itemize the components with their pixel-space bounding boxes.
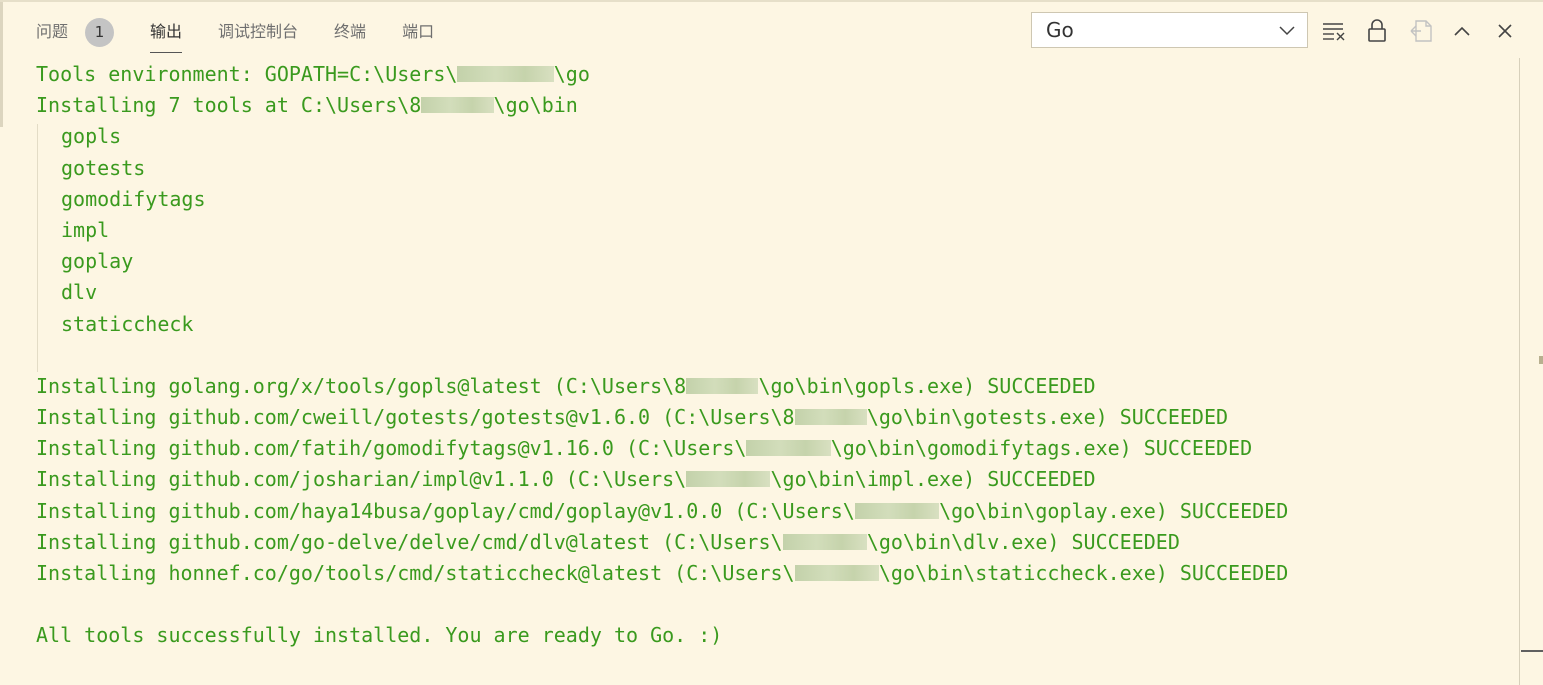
problems-count-badge: 1	[85, 17, 115, 47]
output-line-text: goplay	[61, 249, 134, 274]
output-line-rest: \go\bin\dlv.exe) SUCCEEDED	[866, 529, 1180, 554]
output-line-text: dlv	[61, 280, 98, 305]
tab-output-label: 输出	[150, 22, 183, 41]
tab-debug-console-label: 调试控制台	[218, 22, 299, 41]
output-line-text: Installing 7 tools at C:\Users\8	[36, 93, 422, 118]
output-line-text: impl	[61, 217, 110, 242]
chevron-up-icon	[1454, 26, 1470, 36]
output-line-text: gotests	[61, 155, 146, 180]
output-line-text: Installing honnef.co/go/tools/cmd/static…	[36, 561, 795, 585]
output-line-text: Installing github.com/cweill/gotests/got…	[36, 405, 795, 430]
clear-output-button[interactable]	[1320, 16, 1348, 46]
output-line-rest: \go\bin\impl.exe) SUCCEEDED	[770, 467, 1096, 492]
output-line-rest: \go\bin\staticcheck.exe) SUCCEEDED	[878, 561, 1289, 585]
tab-terminal[interactable]: 终端	[334, 14, 366, 50]
output-line: Installing github.com/fatih/gomodifytags…	[36, 433, 1506, 464]
output-line-text: All tools successfully installed. You ar…	[36, 623, 723, 648]
output-line-rest: \go\bin\goplay.exe) SUCCEEDED	[939, 498, 1289, 523]
output-line: Tools environment: GOPATH=C:\Users\ \go	[36, 59, 1506, 90]
tab-ports[interactable]: 端口	[402, 14, 434, 50]
open-in-editor-icon	[1410, 20, 1432, 42]
redacted-username	[782, 533, 867, 550]
output-line: Installing github.com/josharian/impl@v1.…	[36, 464, 1506, 495]
output-line: Installing github.com/haya14busa/goplay/…	[36, 496, 1506, 527]
redacted-username	[854, 502, 940, 519]
panel-left-edge	[0, 2, 3, 127]
output-line-rest: \go\bin\gotests.exe) SUCCEEDED	[866, 405, 1229, 430]
tab-terminal-label: 终端	[334, 22, 367, 41]
output-line-rest: \go\bin\gopls.exe) SUCCEEDED	[758, 373, 1096, 398]
output-line-text: Installing github.com/josharian/impl@v1.…	[36, 467, 687, 492]
close-icon	[1498, 24, 1512, 38]
chevron-down-icon	[1279, 26, 1295, 36]
output-line-text: Installing golang.org/x/tools/gopls@late…	[36, 373, 687, 398]
output-line: Installing honnef.co/go/tools/cmd/static…	[36, 558, 1506, 589]
output-line: Installing github.com/cweill/gotests/got…	[36, 402, 1506, 433]
output-line: dlv	[36, 277, 1506, 308]
clear-output-icon	[1323, 23, 1345, 41]
redacted-username	[686, 471, 771, 488]
scrollbar-marker	[1539, 356, 1543, 364]
output-channel-select[interactable]: Go	[1031, 12, 1308, 48]
output-line: goplay	[36, 246, 1506, 277]
lock-scroll-button[interactable]	[1363, 16, 1391, 46]
output-line-text: Installing github.com/haya14busa/goplay/…	[36, 498, 855, 523]
output-line-text: Tools environment: GOPATH=C:\Users\	[36, 62, 458, 86]
output-line: staticcheck	[36, 309, 1506, 340]
output-line: gomodifytags	[36, 184, 1506, 215]
output-line: Installing 7 tools at C:\Users\8 \go\bin	[36, 90, 1506, 121]
output-line-text: gomodifytags	[61, 186, 206, 211]
output-line: gotests	[36, 153, 1506, 184]
redacted-username	[794, 565, 879, 581]
redacted-username	[686, 377, 759, 394]
output-line-text: staticcheck	[61, 311, 194, 336]
tab-output[interactable]: 输出	[150, 14, 183, 53]
redacted-username	[421, 97, 494, 114]
tab-ports-label: 端口	[402, 22, 435, 41]
output-line: gopls	[36, 121, 1506, 152]
output-line-rest: \go	[553, 62, 590, 86]
tab-problems-label: 问题	[36, 22, 69, 41]
close-panel-button[interactable]	[1491, 16, 1519, 46]
redacted-username	[794, 409, 867, 426]
output-channel-value: Go	[1046, 18, 1074, 42]
vertical-scrollbar[interactable]	[1519, 58, 1520, 685]
output-panel: 问题 1 输出 调试控制台 终端 端口 Go Tools environment…	[0, 0, 1543, 685]
output-line: impl	[36, 215, 1506, 246]
output-line-rest: \go\bin\gomodifytags.exe) SUCCEEDED	[830, 436, 1253, 461]
output-line-text: gopls	[61, 124, 122, 149]
redacted-username	[746, 440, 831, 457]
panel-tabs: 问题 1 输出 调试控制台 终端 端口	[36, 14, 470, 54]
output-line: Installing github.com/go-delve/delve/cmd…	[36, 527, 1506, 558]
output-text-area[interactable]: Tools environment: GOPATH=C:\Users\ \go In…	[36, 59, 1506, 652]
tab-problems[interactable]: 问题 1	[36, 14, 115, 50]
lock-icon	[1368, 19, 1386, 42]
maximize-panel-button[interactable]	[1448, 16, 1476, 46]
open-in-editor-button[interactable]	[1407, 16, 1435, 46]
panel-top-border	[0, 0, 1543, 2]
tab-debug-console[interactable]: 调试控制台	[218, 14, 298, 50]
output-line-text: Installing github.com/fatih/gomodifytags…	[36, 436, 747, 461]
redacted-username	[457, 66, 554, 82]
output-line-text: Installing github.com/go-delve/delve/cmd…	[36, 529, 783, 554]
scrollbar-position-mark	[1521, 650, 1543, 652]
output-line: All tools successfully installed. You ar…	[36, 620, 1506, 651]
output-line: Installing golang.org/x/tools/gopls@late…	[36, 371, 1506, 402]
output-line-rest: \go\bin	[493, 93, 578, 118]
